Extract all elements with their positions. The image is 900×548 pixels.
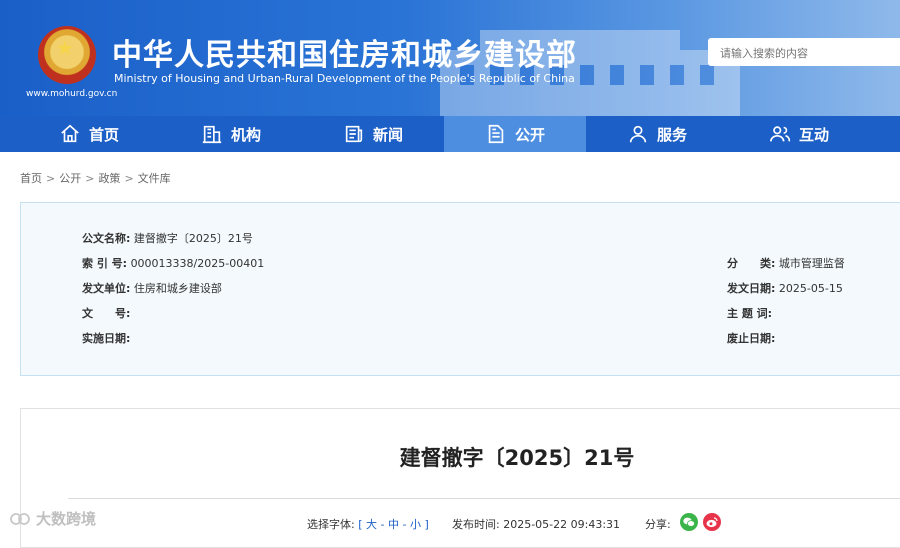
info-label: 废止日期: [727, 332, 776, 345]
info-value: 建督撤字〔2025〕21号 [133, 232, 253, 245]
publish-value: 2025-05-22 09:43:31 [503, 518, 621, 531]
nav-item-news[interactable]: 新闻 [302, 116, 444, 152]
info-label: 实施日期: [82, 332, 131, 345]
site-title-cn[interactable]: 中华人民共和国住房和城乡建设部 [112, 30, 577, 74]
home-icon [61, 124, 79, 143]
info-label: 主 题 词: [727, 307, 773, 320]
breadcrumb-policy[interactable]: 政策 [98, 172, 120, 185]
building-icon [202, 125, 222, 144]
info-label: 文 号: [82, 307, 131, 320]
publish-label: 发布时间: [452, 518, 500, 531]
search-input[interactable] [708, 38, 892, 68]
info-category: 分 类: 城市管理监督 [727, 255, 845, 271]
national-emblem-logo[interactable]: ★ [38, 26, 96, 84]
breadcrumb-home[interactable]: 首页 [20, 172, 42, 185]
info-label: 公文名称: [82, 232, 131, 245]
info-effective-date: 实施日期: [82, 330, 130, 346]
nav-label: 服务 [656, 125, 687, 144]
font-large-link[interactable]: 大 [366, 518, 377, 531]
publish-time: 发布时间: 2025-05-22 09:43:31 [452, 516, 620, 532]
service-user-icon [629, 125, 647, 143]
weibo-share-icon[interactable] [703, 513, 721, 531]
font-small-link[interactable]: 小 [410, 518, 421, 531]
info-value: 城市管理监督 [778, 257, 845, 270]
nav-label: 公开 [514, 125, 545, 144]
nav-label: 互动 [798, 125, 829, 144]
info-label: 发文单位: [82, 282, 131, 295]
info-value: 住房和城乡建设部 [133, 282, 222, 295]
document-icon [488, 124, 504, 144]
font-size-selector: 选择字体: [ 大 - 中 - 小 ] [307, 518, 429, 531]
nav-label: 新闻 [372, 125, 403, 144]
divider [68, 498, 900, 499]
info-value: 000013338/2025-00401 [130, 257, 265, 270]
info-label: 索 引 号: [82, 257, 128, 270]
info-label: 分 类: [727, 257, 776, 270]
watermark-logo-icon [10, 513, 30, 525]
watermark: 大数跨境 [10, 508, 96, 529]
site-title-en: Ministry of Housing and Urban-Rural Deve… [114, 72, 575, 85]
nav-label: 机构 [230, 125, 261, 144]
info-index-number: 索 引 号: 000013338/2025-00401 [82, 255, 264, 271]
breadcrumb-library[interactable]: 文件库 [138, 172, 171, 185]
font-medium-link[interactable]: 中 [388, 518, 399, 531]
document-title: 建督撤字〔2025〕21号 [399, 446, 635, 470]
info-expire-date: 废止日期: [727, 330, 775, 346]
site-header: ★ www.mohurd.gov.cn 中华人民共和国住房和城乡建设部 Mini… [0, 0, 900, 116]
font-size-label: 选择字体: [307, 518, 355, 531]
info-value: 2025-05-15 [778, 282, 843, 295]
breadcrumb-public[interactable]: 公开 [59, 172, 81, 185]
breadcrumb: 首页 > 公开 > 政策 > 文件库 [20, 172, 171, 185]
info-issuer: 发文单位: 住房和城乡建设部 [82, 280, 222, 296]
info-doc-number: 文 号: [82, 305, 130, 321]
nav-item-service[interactable]: 服务 [586, 116, 728, 152]
nav-item-home[interactable]: 首页 [18, 116, 160, 152]
info-label: 发文日期: [727, 282, 776, 295]
nav-label: 首页 [88, 125, 119, 144]
nav-item-interaction[interactable]: 互动 [728, 116, 870, 152]
site-url: www.mohurd.gov.cn [26, 89, 118, 99]
nav-item-organization[interactable]: 机构 [160, 116, 302, 152]
main-nav: 首页 机构 新闻 公开 服务 互动 [0, 116, 900, 152]
search-box[interactable] [708, 38, 900, 68]
nav-item-public[interactable]: 公开 [444, 116, 586, 152]
newspaper-icon [345, 125, 363, 143]
info-document-name: 公文名称: 建督撤字〔2025〕21号 [82, 230, 253, 246]
info-issue-date: 发文日期: 2025-05-15 [727, 280, 843, 296]
watermark-text: 大数跨境 [36, 510, 97, 528]
info-subject: 主 题 词: [727, 305, 772, 321]
interact-users-icon [769, 126, 791, 142]
wechat-share-icon[interactable] [680, 513, 698, 531]
share-label: 分享: [645, 518, 671, 531]
